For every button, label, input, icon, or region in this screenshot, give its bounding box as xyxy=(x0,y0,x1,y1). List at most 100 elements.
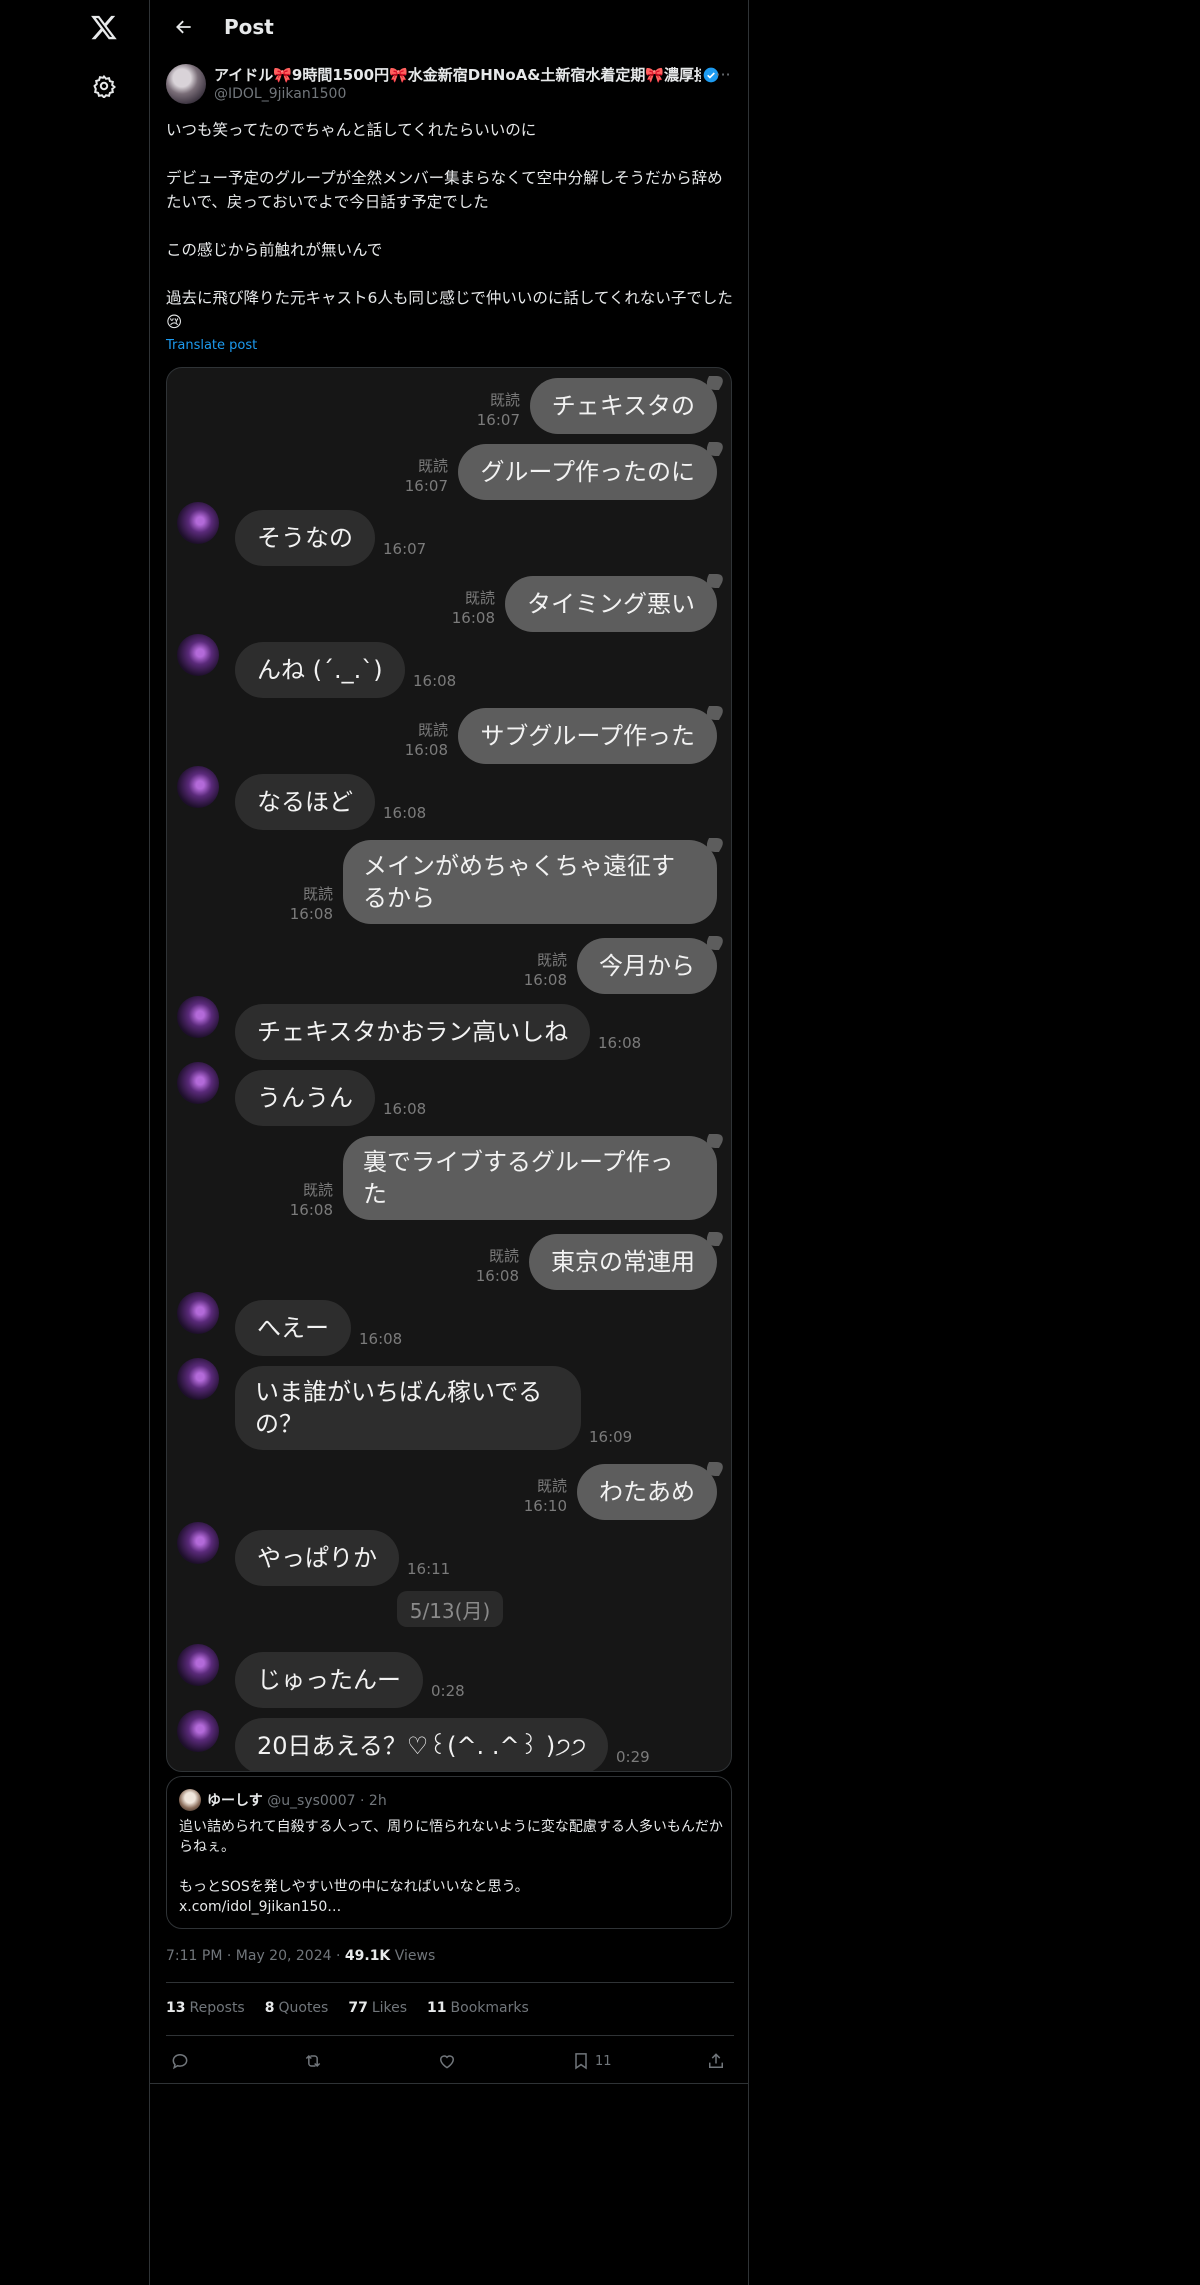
sent-message: チェキスタの 既読 16:07 xyxy=(167,378,731,434)
quoted-header: ゆーしす @u_sys0007 · 2h xyxy=(207,1790,387,1810)
message-time: 16:08 xyxy=(475,1267,519,1285)
message-time: 16:08 xyxy=(359,1330,403,1348)
message-time: 16:08 xyxy=(598,1034,642,1052)
reposts-stat[interactable]: 13 Reposts xyxy=(166,2000,245,2016)
quoted-name: ゆーしす xyxy=(207,1793,263,1809)
sender-avatar xyxy=(177,1644,219,1686)
author-name[interactable]: アイドル🎀9時間1500円🎀水金新宿DHNoA&土新宿水着定期🎀濃厚接 xyxy=(214,64,701,85)
post-time[interactable]: 7:11 PM xyxy=(166,1948,222,1964)
read-label: 既読 xyxy=(489,391,520,409)
sent-message: グループ作ったのに 既読 16:07 xyxy=(167,444,731,500)
bookmark-button[interactable]: 11 xyxy=(571,2043,612,2079)
bookmarks-count: 11 xyxy=(427,2000,447,2016)
quotes-stat[interactable]: 8 Quotes xyxy=(265,2000,329,2016)
sender-avatar xyxy=(177,996,219,1038)
post-paragraph: デビュー予定のグループが全然メンバー集まらなくて空中分解しそうだから辞めたいで、… xyxy=(166,169,723,211)
message-time: 16:08 xyxy=(404,741,448,759)
message-bubble: そうなの xyxy=(235,510,375,566)
received-message: やっぱりか 16:11 xyxy=(167,1522,731,1586)
separator-dot: · xyxy=(335,1948,345,1964)
message-read-status: 既読 16:08 xyxy=(405,720,448,760)
message-bubble: チェキスタの xyxy=(529,378,717,434)
repost-button[interactable] xyxy=(303,2043,323,2079)
sender-avatar xyxy=(177,1358,219,1400)
message-bubble: 今月から xyxy=(577,938,717,994)
message-time: 16:08 xyxy=(523,971,567,989)
page-title: Post xyxy=(224,15,274,39)
post-paragraph: この感じから前触れが無いんで xyxy=(166,241,383,259)
sent-message: タイミング悪い 既読 16:08 xyxy=(167,576,731,632)
received-message: うんうん 16:08 xyxy=(167,1062,731,1126)
divider xyxy=(150,2083,748,2084)
received-message: じゅったんー 0:28 xyxy=(167,1644,731,1708)
avatar[interactable] xyxy=(166,64,206,104)
post-date[interactable]: May 20, 2024 xyxy=(236,1948,332,1964)
post-timestamp: 7:11 PM · May 20, 2024 · 49.1K Views xyxy=(166,1948,435,1964)
sender-avatar xyxy=(177,766,219,808)
bookmark-icon xyxy=(575,2053,587,2070)
read-label: 既読 xyxy=(417,721,448,739)
divider xyxy=(166,1982,734,1983)
read-label: 既読 xyxy=(464,589,495,607)
message-read-status: 既読 16:08 xyxy=(452,588,495,628)
quoted-handle: @u_sys0007 xyxy=(267,1793,356,1809)
author-name-line: アイドル🎀9時間1500円🎀水金新宿DHNoA&土新宿水着定期🎀濃厚接 xyxy=(214,64,719,85)
likes-stat[interactable]: 77 Likes xyxy=(348,2000,407,2016)
more-icon: ··· xyxy=(715,64,731,84)
bookmarks-label: Bookmarks xyxy=(450,2000,529,2016)
quoted-avatar xyxy=(179,1789,201,1811)
message-time: 16:07 xyxy=(383,540,427,558)
message-read-status: 既読 16:08 xyxy=(290,884,333,924)
reposts-count: 13 xyxy=(166,2000,186,2016)
message-time: 0:28 xyxy=(431,1682,465,1700)
received-message: へえー 16:08 xyxy=(167,1292,731,1356)
received-message: なるほど 16:08 xyxy=(167,766,731,830)
views-count: 49.1K xyxy=(344,1948,391,1964)
share-button[interactable] xyxy=(706,2043,726,2079)
message-bubble: わたあめ xyxy=(577,1464,717,1520)
message-time: 16:08 xyxy=(451,609,495,627)
more-options-button[interactable]: ··· xyxy=(712,64,734,84)
sender-avatar xyxy=(177,1292,219,1334)
gear-icon[interactable] xyxy=(86,68,122,104)
received-message: いま誰がいちばん稼いでるの？ 16:09 xyxy=(167,1358,731,1454)
divider xyxy=(166,2035,734,2036)
read-label: 既読 xyxy=(536,951,567,969)
message-bubble: 裏でライブするグループ作った xyxy=(343,1136,717,1220)
chat-screenshot-image[interactable]: 5/13(月) チェキスタの 既読 16:07 グループ作ったのに 既読 16:07 そうな… xyxy=(166,367,732,1772)
quoted-text: 追い詰められて自殺する人って、周りに悟られないように変な配慮する人多いもんだから… xyxy=(179,1817,724,1917)
message-read-status: 既読 16:07 xyxy=(405,456,448,496)
received-message: そうなの 16:07 xyxy=(167,502,731,566)
action-bar: 11 xyxy=(166,2043,734,2079)
author-handle[interactable]: @IDOL_9jikan1500 xyxy=(214,86,346,102)
message-bubble: サブグループ作った xyxy=(458,708,717,764)
message-time: 16:07 xyxy=(476,411,520,429)
message-bubble: なるほど xyxy=(235,774,375,830)
message-time: 16:08 xyxy=(383,1100,427,1118)
x-logo-icon[interactable] xyxy=(86,9,122,45)
reply-button[interactable] xyxy=(170,2043,190,2079)
sender-avatar xyxy=(177,634,219,676)
left-navigation xyxy=(0,0,149,2285)
sent-message: サブグループ作った 既読 16:08 xyxy=(167,708,731,764)
sender-avatar xyxy=(177,1522,219,1564)
like-button[interactable] xyxy=(437,2043,457,2079)
sent-message: 東京の常連用 既読 16:08 xyxy=(167,1234,731,1290)
message-time: 16:08 xyxy=(383,804,427,822)
message-bubble: グループ作ったのに xyxy=(458,444,717,500)
post-text: いつも笑ってたのでちゃんと話してくれたらいいのに デビュー予定のグループが全然メ… xyxy=(166,118,736,334)
date-separator: 5/13(月) xyxy=(397,1591,503,1627)
read-label: 既読 xyxy=(302,1181,333,1199)
quoted-post[interactable]: ゆーしす @u_sys0007 · 2h 追い詰められて自殺する人って、周りに悟… xyxy=(166,1776,732,1929)
translate-post-link[interactable]: Translate post xyxy=(166,338,257,353)
message-time: 16:08 xyxy=(413,672,457,690)
bookmarks-stat[interactable]: 11 Bookmarks xyxy=(427,2000,529,2016)
back-button[interactable] xyxy=(166,9,202,45)
bookmark-count: 11 xyxy=(595,2053,612,2069)
post-paragraph: いつも笑ってたのでちゃんと話してくれたらいいのに xyxy=(166,121,537,139)
post-paragraph: 過去に飛び降りた元キャスト6人も同じ感じで仲いいのに話してくれない子でした😢 xyxy=(166,289,733,331)
engagement-stats: 13 Reposts 8 Quotes 77 Likes 11 Bookmarks xyxy=(166,2000,529,2016)
likes-label: Likes xyxy=(371,2000,408,2016)
arrow-left-icon xyxy=(176,20,191,34)
heart-icon xyxy=(439,2055,455,2069)
